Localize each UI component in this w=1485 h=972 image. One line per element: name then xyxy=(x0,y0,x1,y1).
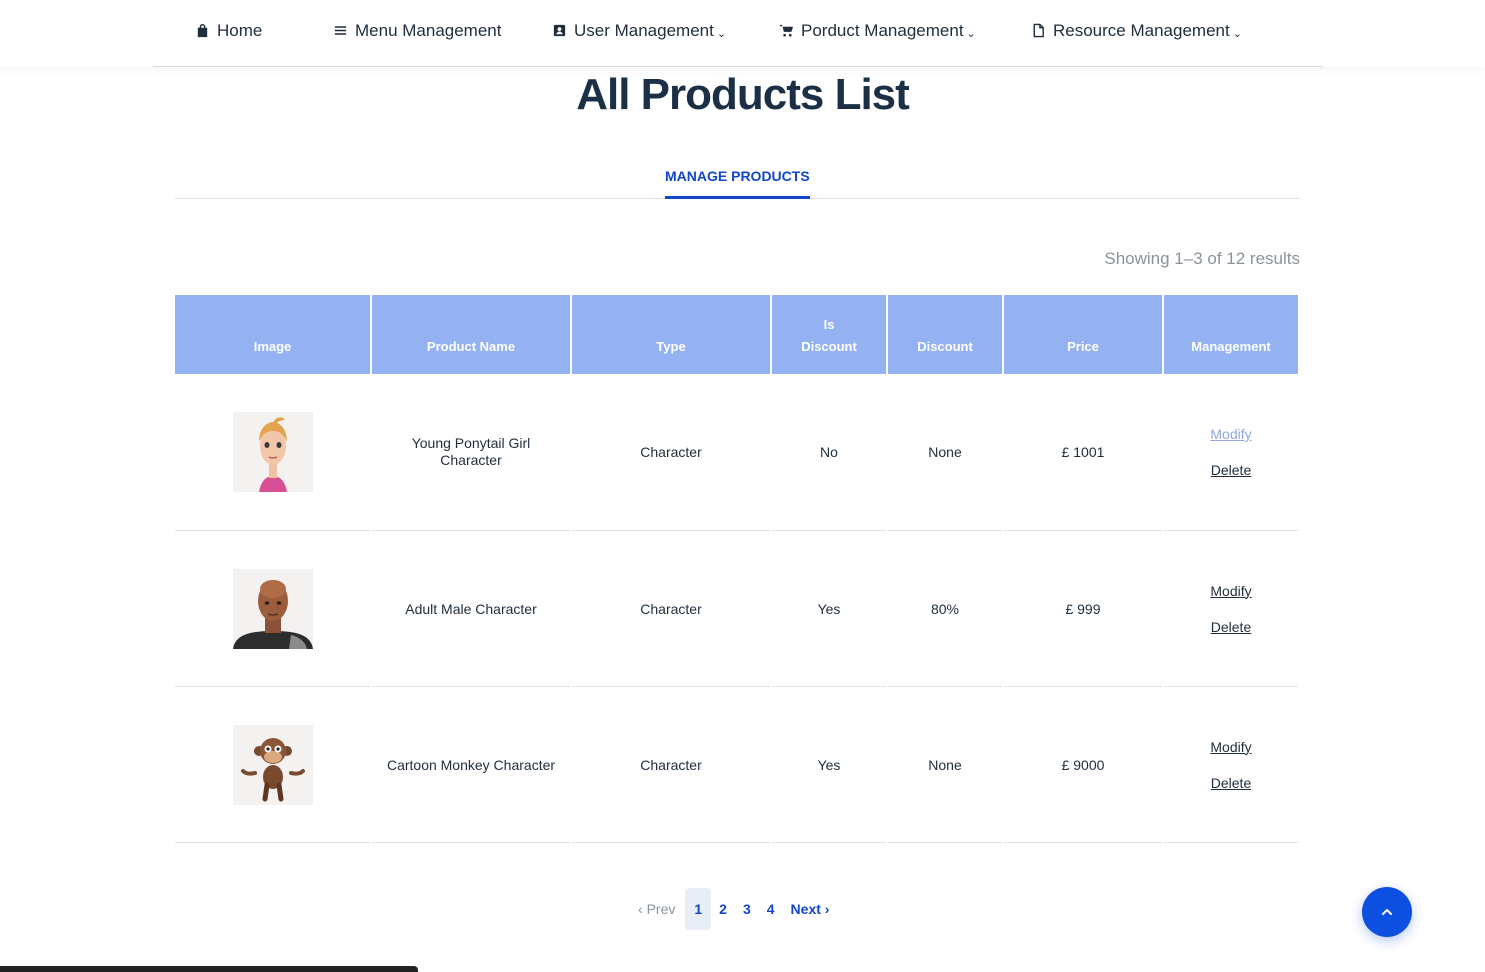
bag-icon xyxy=(195,23,211,39)
tabs-bar: MANAGE PRODUCTS xyxy=(175,160,1300,199)
navbar-inner: Home Menu Management User Management ⌄ P… xyxy=(153,0,1323,67)
cell-image xyxy=(175,687,370,843)
table-header-row: Image Product Name Type Is Discount Disco… xyxy=(175,295,1298,374)
pagination-next-label: Next xyxy=(790,901,821,917)
cell-discount: None xyxy=(888,374,1002,531)
table-row: Adult Male Character Character Yes 80% £… xyxy=(175,531,1298,687)
products-table: Image Product Name Type Is Discount Disco… xyxy=(173,295,1300,843)
cell-is-discount: Yes xyxy=(772,687,886,843)
modify-link[interactable]: Modify xyxy=(1164,729,1298,765)
nav-resource-management-label: Resource Management xyxy=(1053,21,1230,40)
results-count: Showing 1–3 of 12 results xyxy=(1104,249,1300,268)
document-icon xyxy=(1031,23,1047,39)
pagination-page-3[interactable]: 3 xyxy=(735,888,759,930)
tab-manage-products[interactable]: MANAGE PRODUCTS xyxy=(665,168,810,199)
pagination-prev-label: Prev xyxy=(646,901,676,917)
nav-home-label: Home xyxy=(217,21,263,40)
nav-product-management-label: Porduct Management xyxy=(801,21,964,40)
header-is-discount-line2: Discount xyxy=(801,339,857,354)
nav-resource-management[interactable]: Resource Management ⌄ xyxy=(1031,20,1242,42)
delete-link[interactable]: Delete xyxy=(1164,452,1298,488)
header-image: Image xyxy=(175,295,370,374)
nav-user-management-label: User Management xyxy=(574,21,714,40)
cart-icon xyxy=(779,23,795,39)
cell-product-name: Adult Male Character xyxy=(372,531,570,687)
delete-link[interactable]: Delete xyxy=(1164,765,1298,801)
cell-image xyxy=(175,374,370,531)
cell-type: Character xyxy=(572,374,770,531)
nav-menu-management-label: Menu Management xyxy=(355,21,502,40)
header-discount: Discount xyxy=(888,295,1002,374)
pagination-page-1[interactable]: 1 xyxy=(685,888,712,930)
chevron-up-icon xyxy=(1382,909,1392,915)
cell-management: Modify Delete xyxy=(1164,374,1298,531)
header-is-discount-line1: Is xyxy=(823,317,835,332)
menu-icon xyxy=(333,23,349,39)
cell-management: Modify Delete xyxy=(1164,687,1298,843)
delete-link[interactable]: Delete xyxy=(1164,609,1298,645)
status-bar xyxy=(0,966,418,972)
male-character-thumbnail xyxy=(232,568,313,649)
header-type: Type xyxy=(572,295,770,374)
table-row: Young Ponytail Girl Character Character … xyxy=(175,374,1298,531)
header-price: Price xyxy=(1004,295,1162,374)
cell-type: Character xyxy=(572,531,770,687)
header-is-discount: Is Discount xyxy=(772,295,886,374)
cell-management: Modify Delete xyxy=(1164,531,1298,687)
pagination-page-2[interactable]: 2 xyxy=(711,888,735,930)
modify-link[interactable]: Modify xyxy=(1164,416,1298,452)
modify-link[interactable]: Modify xyxy=(1164,573,1298,609)
chevron-down-icon: ⌄ xyxy=(1232,27,1242,40)
header-product-name: Product Name xyxy=(372,295,570,374)
pagination-next[interactable]: Next › xyxy=(783,888,838,930)
chevron-down-icon: ⌄ xyxy=(716,27,727,40)
cell-discount: 80% xyxy=(888,531,1002,687)
nav-home[interactable]: Home xyxy=(195,20,262,42)
table-row: Cartoon Monkey Character Character Yes N… xyxy=(175,687,1298,843)
cell-price: £ 1001 xyxy=(1004,374,1162,531)
user-card-icon xyxy=(552,23,568,39)
nav-product-management[interactable]: Porduct Management ⌄ xyxy=(779,20,976,42)
cell-is-discount: Yes xyxy=(772,531,886,687)
cell-is-discount: No xyxy=(772,374,886,531)
pagination: ‹ Prev 1 2 3 4 Next › xyxy=(630,888,837,930)
cell-product-name: Cartoon Monkey Character xyxy=(372,687,570,843)
chevron-down-icon: ⌄ xyxy=(966,27,976,40)
cell-price: £ 9000 xyxy=(1004,687,1162,843)
cell-discount: None xyxy=(888,687,1002,843)
cell-type: Character xyxy=(572,687,770,843)
cell-product-name: Young Ponytail Girl Character xyxy=(372,374,570,531)
top-navbar: Home Menu Management User Management ⌄ P… xyxy=(0,0,1485,67)
header-management: Management xyxy=(1164,295,1298,374)
scroll-to-top-button[interactable] xyxy=(1362,887,1412,937)
cell-price: £ 999 xyxy=(1004,531,1162,687)
nav-user-management[interactable]: User Management ⌄ xyxy=(552,20,726,42)
monkey-character-thumbnail xyxy=(232,724,313,805)
pagination-prev[interactable]: ‹ Prev xyxy=(630,888,683,930)
chevron-right-icon: › xyxy=(824,901,830,917)
pagination-page-4[interactable]: 4 xyxy=(759,888,783,930)
cell-image xyxy=(175,531,370,687)
girl-character-thumbnail xyxy=(232,412,313,492)
nav-menu-management[interactable]: Menu Management xyxy=(333,20,501,42)
chevron-left-icon: ‹ xyxy=(638,901,643,917)
page-title: All Products List xyxy=(576,70,910,119)
